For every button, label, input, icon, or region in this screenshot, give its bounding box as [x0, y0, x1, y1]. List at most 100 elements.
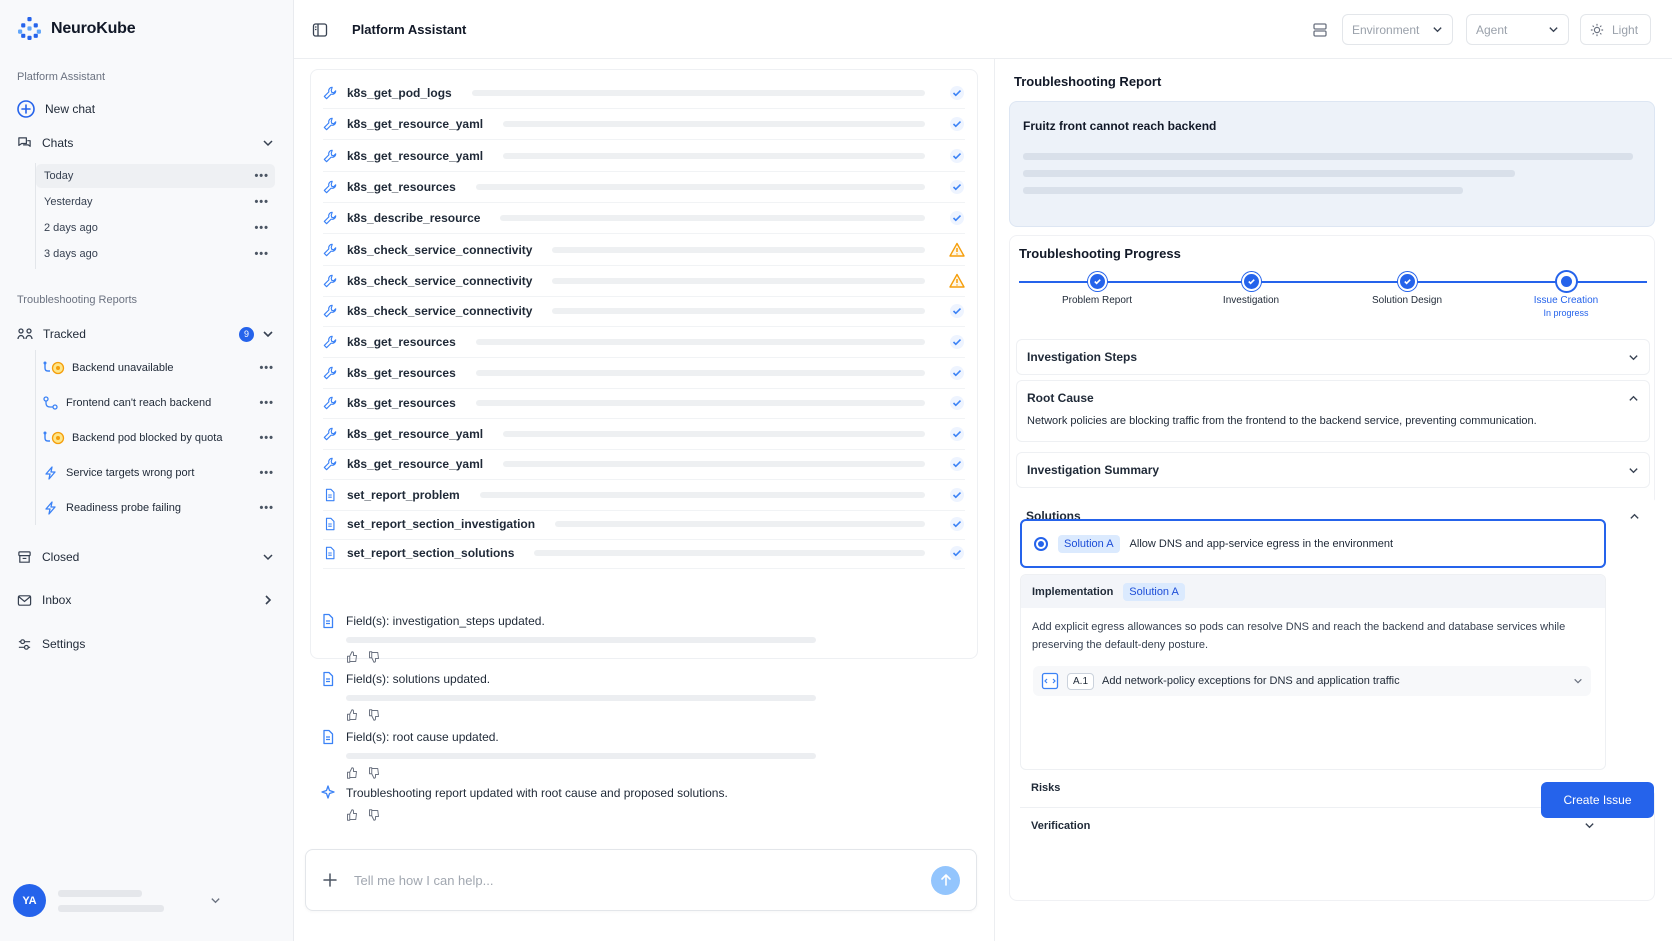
lightning-icon — [42, 500, 60, 515]
tool-call-row[interactable]: k8s_get_pod_logs — [323, 77, 965, 109]
tool-call-row[interactable]: set_report_section_solutions — [323, 537, 965, 569]
tool-call-name: k8s_get_resource_yaml — [347, 116, 484, 131]
document-icon — [323, 546, 337, 560]
tool-call-row[interactable]: k8s_get_resource_yaml — [323, 108, 965, 140]
report-item[interactable]: Service targets wrong port ••• — [36, 455, 280, 490]
thumbs-up-icon[interactable] — [346, 709, 358, 721]
more-options-icon[interactable]: ••• — [254, 248, 269, 260]
tool-call-placeholder-bar — [500, 214, 925, 221]
branch-pending-icon — [42, 361, 66, 375]
plus-icon[interactable] — [322, 872, 338, 888]
chat-group-3-days-ago[interactable]: 3 days ago ••• — [36, 242, 275, 266]
report-item[interactable]: Frontend can't reach backend ••• — [36, 385, 280, 420]
root-cause-accordion[interactable]: Root Cause Network policies are blocking… — [1016, 380, 1650, 442]
step-investigation[interactable]: Investigation — [1181, 272, 1321, 306]
theme-label: Light — [1612, 22, 1639, 37]
sidebar-toggle-icon[interactable] — [312, 22, 328, 38]
report-item-label: Backend unavailable — [72, 361, 174, 374]
report-item[interactable]: Backend unavailable ••• — [36, 350, 280, 385]
step-problem-report[interactable]: Problem Report — [1027, 272, 1167, 306]
assistant-message: Field(s): investigation_steps updated. — [320, 613, 940, 663]
tool-call-placeholder-bar — [503, 120, 925, 127]
inbox-link[interactable]: Inbox — [17, 588, 274, 612]
check-icon — [1397, 272, 1417, 291]
tool-call-row[interactable]: k8s_check_service_connectivity — [323, 234, 965, 266]
check-icon — [1087, 272, 1107, 291]
tool-call-row[interactable]: k8s_get_resource_yaml — [323, 448, 965, 480]
more-options-icon[interactable]: ••• — [259, 502, 274, 514]
tool-call-name: k8s_get_resource_yaml — [347, 426, 484, 441]
tool-call-row[interactable]: set_report_section_investigation — [323, 508, 965, 540]
environment-select[interactable]: Environment — [1342, 14, 1453, 45]
inbox-label: Inbox — [42, 593, 72, 607]
wrench-icon — [323, 427, 337, 441]
message-input[interactable] — [354, 872, 915, 888]
tool-call-row[interactable]: k8s_get_resource_yaml — [323, 140, 965, 172]
layout-icon[interactable] — [1312, 22, 1328, 38]
more-options-icon[interactable]: ••• — [254, 222, 269, 234]
more-options-icon[interactable]: ••• — [259, 432, 274, 444]
tool-call-row[interactable]: k8s_get_resources — [323, 326, 965, 358]
message-composer — [305, 849, 977, 911]
investigation-summary-accordion[interactable]: Investigation Summary — [1016, 452, 1650, 488]
more-options-icon[interactable]: ••• — [259, 397, 274, 409]
thumbs-down-icon[interactable] — [368, 651, 380, 663]
chat-group-today[interactable]: Today ••• — [36, 164, 275, 188]
tool-call-row[interactable]: k8s_check_service_connectivity — [323, 295, 965, 327]
more-options-icon[interactable]: ••• — [254, 170, 269, 182]
more-options-icon[interactable]: ••• — [259, 362, 274, 374]
closed-toggle[interactable]: Closed — [17, 545, 274, 569]
thumbs-down-icon[interactable] — [368, 809, 380, 821]
thumbs-up-icon[interactable] — [346, 809, 358, 821]
chat-group-2-days-ago[interactable]: 2 days ago ••• — [36, 216, 275, 240]
user-name-placeholder — [58, 889, 142, 897]
verification-accordion[interactable]: Verification — [1020, 807, 1606, 843]
tool-call-name: k8s_get_resource_yaml — [347, 456, 484, 471]
settings-link[interactable]: Settings — [17, 632, 274, 656]
brand[interactable]: NeuroKube — [17, 16, 136, 41]
tool-call-row[interactable]: set_report_problem — [323, 479, 965, 511]
tracking-icon — [17, 326, 33, 342]
tool-call-row[interactable]: k8s_get_resource_yaml — [323, 418, 965, 450]
tool-call-name: k8s_check_service_connectivity — [347, 242, 533, 257]
step-issue-creation[interactable]: Issue Creation In progress — [1496, 272, 1636, 318]
theme-toggle[interactable]: Light — [1580, 14, 1651, 45]
more-options-icon[interactable]: ••• — [259, 467, 274, 479]
risks-accordion[interactable]: Risks — [1020, 770, 1606, 806]
tool-call-row[interactable]: k8s_get_resources — [323, 357, 965, 389]
tool-call-row[interactable]: k8s_check_service_connectivity — [323, 265, 965, 297]
chats-toggle[interactable]: Chats — [17, 131, 274, 155]
investigation-steps-accordion[interactable]: Investigation Steps — [1016, 339, 1650, 375]
chat-group-yesterday[interactable]: Yesterday ••• — [36, 190, 275, 214]
step-solution-design[interactable]: Solution Design — [1337, 272, 1477, 306]
thumbs-up-icon[interactable] — [346, 767, 358, 779]
report-item-label: Backend pod blocked by quota — [72, 431, 223, 444]
send-button[interactable] — [931, 865, 960, 895]
message-placeholder-bar — [346, 753, 816, 759]
thumbs-up-icon[interactable] — [346, 651, 358, 663]
implementation-step[interactable]: A.1 Add network-policy exceptions for DN… — [1033, 666, 1591, 696]
solution-a-option[interactable]: Solution A Allow DNS and app-service egr… — [1020, 519, 1606, 568]
agent-select[interactable]: Agent — [1466, 14, 1569, 45]
step-text: Add network-policy exceptions for DNS an… — [1102, 675, 1400, 687]
create-issue-button[interactable]: Create Issue — [1541, 782, 1654, 818]
thumbs-down-icon[interactable] — [368, 709, 380, 721]
more-options-icon[interactable]: ••• — [254, 196, 269, 208]
tracked-toggle[interactable]: Tracked 9 — [17, 322, 274, 346]
new-chat-button[interactable]: New chat — [17, 97, 274, 121]
tool-call-row[interactable]: k8s_describe_resource — [323, 202, 965, 234]
report-panel: Troubleshooting Report Fruitz front cann… — [994, 59, 1672, 941]
branch-icon — [42, 395, 60, 410]
check-circle-icon — [949, 148, 965, 164]
tool-call-row[interactable]: k8s_get_resources — [323, 171, 965, 203]
tool-call-row[interactable]: k8s_get_resources — [323, 387, 965, 419]
implementation-chip: Solution A — [1123, 582, 1185, 601]
check-circle-icon — [949, 456, 965, 472]
report-item[interactable]: Readiness probe failing ••• — [36, 490, 280, 525]
user-menu[interactable]: YA — [13, 884, 221, 917]
tool-calls-card: k8s_get_pod_logs k8s_get_resource_yaml k8s… — [310, 69, 978, 659]
report-item[interactable]: Backend pod blocked by quota ••• — [36, 420, 280, 455]
thumbs-down-icon[interactable] — [368, 767, 380, 779]
check-circle-icon — [949, 116, 965, 132]
assistant-section-label: Platform Assistant — [17, 71, 106, 83]
